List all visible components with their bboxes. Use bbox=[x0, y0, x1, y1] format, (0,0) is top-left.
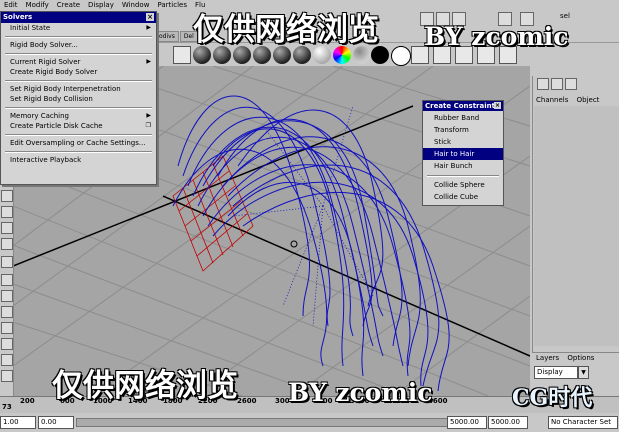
menu-item-collide-sphere[interactable]: Collide Sphere bbox=[423, 179, 503, 191]
menu-edit[interactable]: Edit bbox=[0, 0, 22, 10]
select-tool-icon[interactable] bbox=[1, 190, 13, 202]
timeline-tick: 2600 bbox=[237, 397, 257, 405]
menu-item-stick[interactable]: Stick bbox=[423, 136, 503, 148]
layout-icon[interactable] bbox=[1, 274, 13, 286]
menu-item-label: Current Rigid Solver bbox=[10, 58, 81, 66]
menu-item-label: Initial State bbox=[10, 24, 51, 32]
menu-item-initial-state[interactable]: Initial State ▶ bbox=[1, 23, 156, 33]
solvers-title-label: Solvers bbox=[3, 13, 33, 21]
options-tab[interactable]: Options bbox=[567, 354, 594, 362]
menu-divider bbox=[5, 151, 152, 153]
shelf-tab-subdivs[interactable]: odivs bbox=[155, 31, 179, 42]
range-slider: 1.00 0.00 5000.00 5000.00 No Character S… bbox=[0, 413, 619, 432]
submenu-arrow-icon: ▶ bbox=[146, 24, 151, 31]
close-icon[interactable]: × bbox=[146, 13, 154, 21]
lasso-tool-icon[interactable] bbox=[1, 206, 13, 218]
layout-icon[interactable] bbox=[1, 338, 13, 350]
watermark-text-top: 仅供网络浏览 bbox=[193, 12, 379, 48]
menu-particles[interactable]: Particles bbox=[153, 0, 191, 10]
chevron-down-icon[interactable]: ▼ bbox=[578, 366, 589, 379]
menu-item-set-interpenetration[interactable]: Set Rigid Body Interpenetration bbox=[1, 84, 156, 94]
channel-box-icon[interactable] bbox=[537, 78, 549, 90]
tool-settings-icon[interactable] bbox=[565, 78, 577, 90]
menu-create[interactable]: Create bbox=[53, 0, 84, 10]
menu-item-current-rigid-solver[interactable]: Current Rigid Solver ▶ bbox=[1, 57, 156, 67]
menu-item-set-collision[interactable]: Set Rigid Body Collision bbox=[1, 94, 156, 104]
menu-item-label: Interactive Playback bbox=[10, 156, 82, 164]
watermark-logo: CG时代 bbox=[512, 385, 593, 411]
timeline-tick: 200 bbox=[20, 397, 35, 405]
layout-icon[interactable] bbox=[1, 354, 13, 366]
menu-item-label: Memory Caching bbox=[10, 112, 69, 120]
menu-item-rubber-band[interactable]: Rubber Band bbox=[423, 112, 503, 124]
channel-box-header: Channels Object bbox=[532, 95, 619, 105]
move-tool-icon[interactable] bbox=[1, 222, 13, 234]
white-ball-icon[interactable] bbox=[391, 46, 411, 66]
layout-icon[interactable] bbox=[1, 322, 13, 334]
menu-window[interactable]: Window bbox=[118, 0, 154, 10]
layers-tab[interactable]: Layers bbox=[536, 354, 559, 362]
menu-item-label: Create Particle Disk Cache bbox=[10, 122, 103, 130]
shelf-icon-1[interactable] bbox=[173, 46, 191, 64]
toolbox bbox=[0, 186, 14, 396]
menu-display[interactable]: Display bbox=[84, 0, 118, 10]
playback-end-field[interactable]: 5000.00 bbox=[447, 416, 487, 429]
close-icon[interactable]: × bbox=[494, 102, 501, 109]
menu-modify[interactable]: Modify bbox=[22, 0, 53, 10]
menu-divider bbox=[5, 53, 152, 55]
menu-divider bbox=[5, 80, 152, 82]
menu-item-interactive-playback[interactable]: Interactive Playback bbox=[1, 155, 156, 165]
menu-item-create-rigid-body-solver[interactable]: Create Rigid Body Solver bbox=[1, 67, 156, 77]
menu-item-particle-disk-cache[interactable]: Create Particle Disk Cache ❐ bbox=[1, 121, 156, 131]
watermark-by-bottom: BY zcomic bbox=[288, 378, 433, 407]
menu-item-rigid-body-solver[interactable]: Rigid Body Solver... bbox=[1, 40, 156, 50]
watermark-text-bottom: 仅供网络浏览 bbox=[52, 368, 238, 404]
menu-item-collide-cube[interactable]: Collide Cube bbox=[423, 191, 503, 203]
menu-item-transform[interactable]: Transform bbox=[423, 124, 503, 136]
submenu-arrow-icon: ▶ bbox=[146, 112, 151, 119]
layout-icon[interactable] bbox=[1, 290, 13, 302]
submenu-arrow-icon: ▶ bbox=[146, 58, 151, 65]
layout-icon[interactable] bbox=[1, 306, 13, 318]
current-frame-marker: 73 bbox=[2, 403, 12, 411]
create-constraint-menu: Create Constraint × Rubber Band Transform… bbox=[422, 100, 504, 206]
attribute-editor-icon[interactable] bbox=[551, 78, 563, 90]
solvers-menu-title[interactable]: Solvers × bbox=[1, 12, 156, 23]
rotate-tool-icon[interactable] bbox=[1, 238, 13, 250]
display-dropdown-label: Display bbox=[537, 368, 563, 376]
start-time-field[interactable]: 1.00 bbox=[0, 416, 36, 429]
menu-divider bbox=[427, 175, 499, 177]
constraint-title-label: Create Constraint bbox=[425, 102, 495, 110]
constraint-menu-title[interactable]: Create Constraint × bbox=[423, 101, 503, 111]
solvers-menu: Solvers × Initial State ▶ Rigid Body Solve… bbox=[0, 11, 157, 185]
range-bar[interactable] bbox=[76, 418, 448, 427]
menu-item-edit-oversampling[interactable]: Edit Oversampling or Cache Settings... bbox=[1, 138, 156, 148]
playback-start-field[interactable]: 0.00 bbox=[38, 416, 74, 429]
menu-item-memory-caching[interactable]: Memory Caching ▶ bbox=[1, 111, 156, 121]
object-tab[interactable]: Object bbox=[577, 96, 600, 104]
channels-tab[interactable]: Channels bbox=[536, 96, 568, 104]
display-dropdown[interactable]: Display ▼ bbox=[534, 366, 589, 379]
menu-item-label: Create Rigid Body Solver bbox=[10, 68, 98, 76]
end-time-field[interactable]: 5000.00 bbox=[488, 416, 528, 429]
layout-icon[interactable] bbox=[1, 370, 13, 382]
menu-item-hair-bunch[interactable]: Hair Bunch bbox=[423, 160, 503, 172]
menu-item-label: Set Rigid Body Collision bbox=[10, 95, 93, 103]
menu-divider bbox=[5, 134, 152, 136]
scale-tool-icon[interactable] bbox=[1, 256, 13, 268]
menu-item-hair-to-hair[interactable]: Hair to Hair bbox=[423, 148, 503, 160]
option-box-icon[interactable]: ❐ bbox=[146, 121, 151, 131]
menu-divider bbox=[5, 107, 152, 109]
layer-editor-header: Layers Options bbox=[532, 353, 619, 363]
menu-item-label: Edit Oversampling or Cache Settings... bbox=[10, 139, 146, 147]
menu-divider bbox=[5, 36, 152, 38]
watermark-by-top: BY zcomic bbox=[424, 22, 569, 51]
menu-item-label: Rigid Body Solver... bbox=[10, 41, 78, 49]
menu-item-label: Set Rigid Body Interpenetration bbox=[10, 85, 121, 93]
channel-box-body bbox=[534, 106, 619, 346]
character-set-field[interactable]: No Character Set bbox=[548, 416, 618, 429]
